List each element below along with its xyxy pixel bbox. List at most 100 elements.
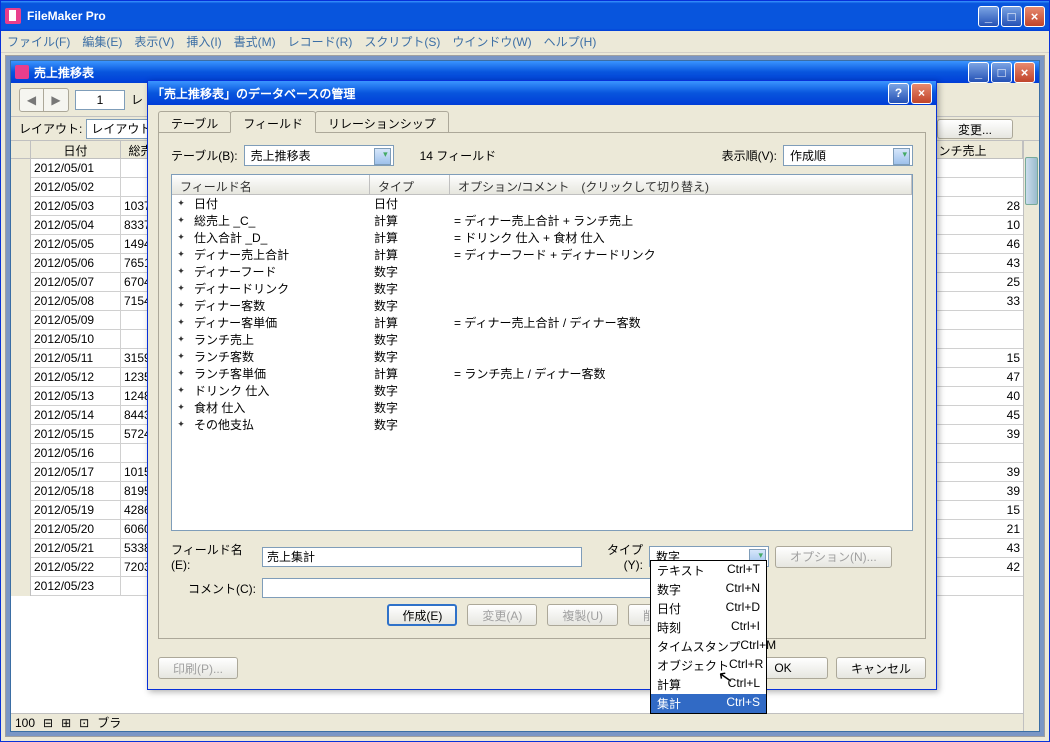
row-header[interactable]	[11, 501, 31, 520]
dropdown-item[interactable]: タイムスタンプCtrl+M	[651, 637, 766, 656]
doc-minimize-button[interactable]: _	[968, 62, 989, 83]
row-header[interactable]	[11, 520, 31, 539]
fieldname-input[interactable]	[262, 547, 582, 567]
cell-date[interactable]: 2012/05/16	[31, 444, 121, 463]
field-row[interactable]: ✦ディナー客単価計算= ディナー売上合計 / ディナー客数	[172, 314, 912, 331]
field-row[interactable]: ✦ディナー客数数字	[172, 297, 912, 314]
field-row[interactable]: ✦ディナードリンク数字	[172, 280, 912, 297]
menu-item[interactable]: 編集(E)	[82, 33, 122, 50]
dropdown-item[interactable]: 計算Ctrl+L	[651, 675, 766, 694]
type-dropdown[interactable]: テキストCtrl+T数字Ctrl+N日付Ctrl+D時刻Ctrl+Iタイムスタン…	[650, 560, 767, 714]
cell-date[interactable]: 2012/05/13	[31, 387, 121, 406]
menu-item[interactable]: スクリプト(S)	[364, 33, 440, 50]
tab-0[interactable]: テーブル	[158, 111, 231, 133]
row-header[interactable]	[11, 444, 31, 463]
change-button[interactable]: 変更...	[937, 119, 1013, 139]
field-row[interactable]: ✦ランチ客単価計算= ランチ売上 / ディナー客数	[172, 365, 912, 382]
field-row[interactable]: ✦仕入合計 _D_計算= ドリンク 仕入 + 食材 仕入	[172, 229, 912, 246]
record-number-input[interactable]	[75, 90, 125, 110]
field-row[interactable]: ✦ランチ売上数字	[172, 331, 912, 348]
zoom-in-icon[interactable]: ⊡	[79, 716, 89, 730]
row-header[interactable]	[11, 178, 31, 197]
row-header[interactable]	[11, 482, 31, 501]
menu-item[interactable]: ファイル(F)	[7, 33, 70, 50]
print-button[interactable]: 印刷(P)...	[158, 657, 238, 679]
table-select[interactable]: 売上推移表	[244, 145, 394, 166]
cell-date[interactable]: 2012/05/14	[31, 406, 121, 425]
header-options[interactable]: オプション/コメント (クリックして切り替え)	[450, 175, 912, 194]
tab-2[interactable]: リレーションシップ	[315, 111, 449, 133]
cell-date[interactable]: 2012/05/01	[31, 159, 121, 178]
row-header[interactable]	[11, 463, 31, 482]
dropdown-item[interactable]: 数字Ctrl+N	[651, 580, 766, 599]
field-row[interactable]: ✦ディナーフード数字	[172, 263, 912, 280]
row-header[interactable]	[11, 235, 31, 254]
field-row[interactable]: ✦ドリンク 仕入数字	[172, 382, 912, 399]
tab-1[interactable]: フィールド	[230, 111, 316, 133]
menu-item[interactable]: 挿入(I)	[186, 33, 221, 50]
row-header[interactable]	[11, 539, 31, 558]
field-row[interactable]: ✦ランチ客数数字	[172, 348, 912, 365]
field-row[interactable]: ✦日付日付	[172, 195, 912, 212]
zoom-out-icon[interactable]: ⊟	[43, 716, 53, 730]
cell-date[interactable]: 2012/05/11	[31, 349, 121, 368]
field-list[interactable]: フィールド名 タイプ オプション/コメント (クリックして切り替え) ✦日付日付…	[171, 174, 913, 531]
row-header[interactable]	[11, 254, 31, 273]
cell-date[interactable]: 2012/05/06	[31, 254, 121, 273]
field-row[interactable]: ✦その他支払数字	[172, 416, 912, 433]
menu-item[interactable]: ウインドウ(W)	[452, 33, 531, 50]
duplicate-button[interactable]: 複製(U)	[547, 604, 618, 626]
menu-item[interactable]: レコード(R)	[288, 33, 353, 50]
next-record-button[interactable]: ▶	[44, 89, 68, 111]
row-header[interactable]	[11, 311, 31, 330]
row-header[interactable]	[11, 387, 31, 406]
dropdown-item[interactable]: オブジェクトCtrl+R	[651, 656, 766, 675]
cell-date[interactable]: 2012/05/02	[31, 178, 121, 197]
cell-date[interactable]: 2012/05/05	[31, 235, 121, 254]
row-header[interactable]	[11, 159, 31, 178]
maximize-button[interactable]: □	[1001, 6, 1022, 27]
cell-date[interactable]: 2012/05/20	[31, 520, 121, 539]
cell-date[interactable]: 2012/05/07	[31, 273, 121, 292]
doc-maximize-button[interactable]: □	[991, 62, 1012, 83]
field-row[interactable]: ✦総売上 _C_計算= ディナー売上合計 + ランチ売上	[172, 212, 912, 229]
row-header[interactable]	[11, 216, 31, 235]
cell-date[interactable]: 2012/05/17	[31, 463, 121, 482]
row-header[interactable]	[11, 292, 31, 311]
cell-date[interactable]: 2012/05/12	[31, 368, 121, 387]
zoom-fit-icon[interactable]: ⊞	[61, 716, 71, 730]
dropdown-item[interactable]: テキストCtrl+T	[651, 561, 766, 580]
dropdown-item[interactable]: 日付Ctrl+D	[651, 599, 766, 618]
close-button[interactable]: ×	[1024, 6, 1045, 27]
vertical-scrollbar[interactable]	[1023, 141, 1039, 731]
create-button[interactable]: 作成(E)	[387, 604, 457, 626]
cell-date[interactable]: 2012/05/03	[31, 197, 121, 216]
change-field-button[interactable]: 変更(A)	[467, 604, 537, 626]
cell-date[interactable]: 2012/05/08	[31, 292, 121, 311]
cell-date[interactable]: 2012/05/09	[31, 311, 121, 330]
col-date[interactable]: 日付	[31, 141, 121, 159]
scrollbar-thumb[interactable]	[1025, 157, 1038, 205]
cell-date[interactable]: 2012/05/18	[31, 482, 121, 501]
dropdown-item[interactable]: 時刻Ctrl+I	[651, 618, 766, 637]
app-titlebar[interactable]: FileMaker Pro _ □ ×	[1, 1, 1049, 31]
cell-date[interactable]: 2012/05/23	[31, 577, 121, 596]
prev-record-button[interactable]: ◀	[20, 89, 44, 111]
menu-item[interactable]: 書式(M)	[234, 33, 276, 50]
dialog-close-button[interactable]: ×	[911, 83, 932, 104]
field-row[interactable]: ✦食材 仕入数字	[172, 399, 912, 416]
row-header[interactable]	[11, 349, 31, 368]
dropdown-item[interactable]: 集計Ctrl+S	[651, 694, 766, 713]
cell-date[interactable]: 2012/05/22	[31, 558, 121, 577]
cancel-button[interactable]: キャンセル	[836, 657, 926, 679]
row-header[interactable]	[11, 330, 31, 349]
row-header[interactable]	[11, 577, 31, 596]
row-header[interactable]	[11, 425, 31, 444]
cell-date[interactable]: 2012/05/10	[31, 330, 121, 349]
menu-item[interactable]: 表示(V)	[134, 33, 174, 50]
dialog-titlebar[interactable]: 「売上推移表」のデータベースの管理 ? ×	[148, 81, 936, 105]
cell-date[interactable]: 2012/05/19	[31, 501, 121, 520]
row-header[interactable]	[11, 273, 31, 292]
help-button[interactable]: ?	[888, 83, 909, 104]
cell-date[interactable]: 2012/05/04	[31, 216, 121, 235]
